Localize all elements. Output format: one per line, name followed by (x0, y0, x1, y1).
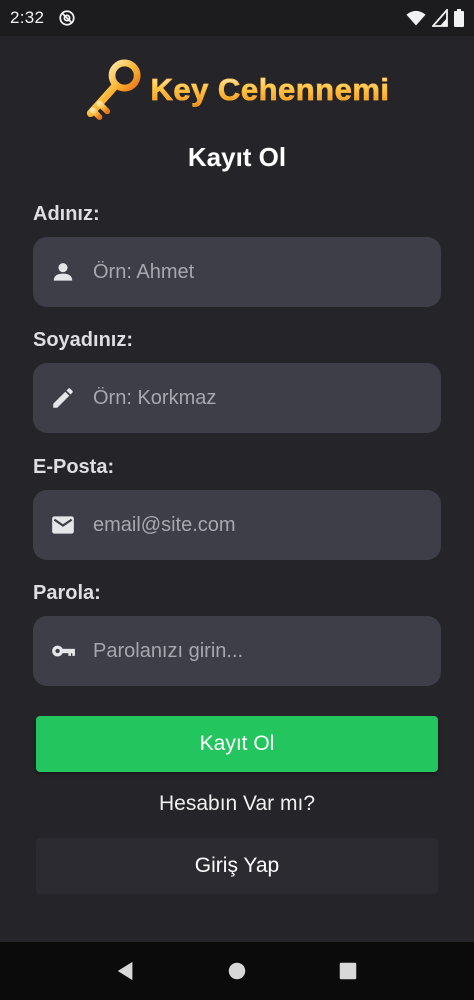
home-icon[interactable] (226, 960, 248, 982)
battery-icon (454, 9, 464, 27)
last-name-input[interactable] (93, 363, 441, 433)
have-account-text: Hesabın Var mı? (158, 792, 315, 815)
first-name-field[interactable] (33, 237, 441, 307)
pencil-icon (53, 388, 73, 408)
mail-icon (52, 516, 74, 534)
email-field[interactable] (33, 490, 441, 560)
status-icons (406, 9, 464, 27)
app-logo: Key Cehennemi (0, 58, 474, 122)
last-name-field[interactable] (33, 363, 441, 433)
status-bar: 2:32 (0, 0, 474, 36)
register-button[interactable]: Kayıt Ol (36, 716, 438, 772)
password-input[interactable] (93, 616, 441, 686)
back-icon[interactable] (115, 960, 137, 982)
person-icon (53, 263, 73, 281)
status-time: 2:32 (10, 8, 45, 27)
logo-key-icon (87, 59, 142, 120)
wifi-icon (406, 10, 426, 26)
login-button[interactable]: Giriş Yap (36, 838, 438, 894)
register-screen: 2:32 Key Cehennemi Kayıt Ol Adınız: Örn:… (0, 0, 474, 1000)
last-name-label: Soyadınız: (33, 329, 134, 351)
email-input[interactable] (93, 490, 441, 560)
logo-text: Key Cehennemi (150, 72, 390, 108)
email-label: E-Posta: (33, 456, 115, 478)
page-title: Kayıt Ol (187, 142, 287, 172)
recents-icon[interactable] (337, 960, 359, 982)
key-icon (52, 645, 75, 657)
at-sign-icon (59, 10, 75, 26)
password-field[interactable] (33, 616, 441, 686)
first-name-input[interactable] (93, 237, 441, 307)
system-nav-bar (0, 942, 474, 1000)
password-label: Parola: (33, 582, 101, 604)
signal-icon (432, 9, 448, 27)
first-name-label: Adınız: (33, 203, 100, 225)
